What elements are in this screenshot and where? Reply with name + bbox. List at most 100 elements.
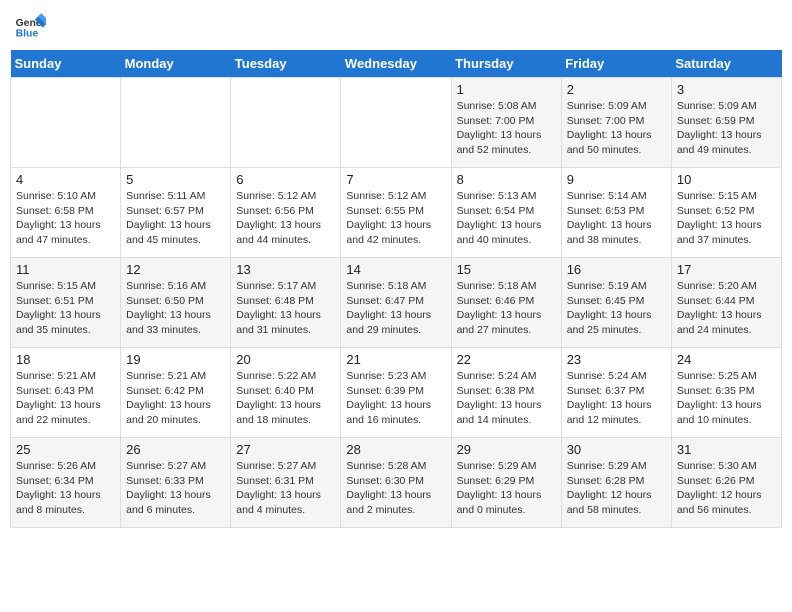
calendar-cell: 13 Sunrise: 5:17 AM Sunset: 6:48 PM Dayli… [231, 258, 341, 348]
day-info: Sunrise: 5:21 AM Sunset: 6:43 PM Dayligh… [16, 369, 115, 428]
weekday-header-friday: Friday [561, 50, 671, 78]
day-info: Sunrise: 5:28 AM Sunset: 6:30 PM Dayligh… [346, 459, 445, 518]
day-number: 24 [677, 352, 776, 367]
day-info: Sunrise: 5:27 AM Sunset: 6:33 PM Dayligh… [126, 459, 225, 518]
calendar-cell: 9 Sunrise: 5:14 AM Sunset: 6:53 PM Daylig… [561, 168, 671, 258]
calendar-cell: 17 Sunrise: 5:20 AM Sunset: 6:44 PM Dayli… [671, 258, 781, 348]
day-number: 5 [126, 172, 225, 187]
day-number: 18 [16, 352, 115, 367]
day-number: 4 [16, 172, 115, 187]
day-number: 14 [346, 262, 445, 277]
calendar-week-5: 25 Sunrise: 5:26 AM Sunset: 6:34 PM Dayli… [11, 438, 782, 528]
day-info: Sunrise: 5:17 AM Sunset: 6:48 PM Dayligh… [236, 279, 335, 338]
day-number: 30 [567, 442, 666, 457]
day-info: Sunrise: 5:26 AM Sunset: 6:34 PM Dayligh… [16, 459, 115, 518]
day-number: 2 [567, 82, 666, 97]
day-number: 12 [126, 262, 225, 277]
day-number: 25 [16, 442, 115, 457]
page-header: General Blue [10, 10, 782, 42]
calendar-cell [11, 78, 121, 168]
day-info: Sunrise: 5:27 AM Sunset: 6:31 PM Dayligh… [236, 459, 335, 518]
calendar-cell: 23 Sunrise: 5:24 AM Sunset: 6:37 PM Dayli… [561, 348, 671, 438]
calendar-cell: 25 Sunrise: 5:26 AM Sunset: 6:34 PM Dayli… [11, 438, 121, 528]
calendar-cell: 28 Sunrise: 5:28 AM Sunset: 6:30 PM Dayli… [341, 438, 451, 528]
day-info: Sunrise: 5:18 AM Sunset: 6:46 PM Dayligh… [457, 279, 556, 338]
calendar-week-1: 1 Sunrise: 5:08 AM Sunset: 7:00 PM Daylig… [11, 78, 782, 168]
calendar-cell: 16Sunrise: 5:19 AM Sunset: 6:45 PM Dayli… [561, 258, 671, 348]
calendar-cell: 29Sunrise: 5:29 AM Sunset: 6:29 PM Dayli… [451, 438, 561, 528]
calendar-cell [341, 78, 451, 168]
calendar-cell: 27 Sunrise: 5:27 AM Sunset: 6:31 PM Dayli… [231, 438, 341, 528]
day-info: Sunrise: 5:08 AM Sunset: 7:00 PM Dayligh… [457, 99, 556, 158]
svg-text:Blue: Blue [16, 28, 39, 39]
weekday-header-thursday: Thursday [451, 50, 561, 78]
calendar-cell: 31Sunrise: 5:30 AM Sunset: 6:26 PM Dayli… [671, 438, 781, 528]
day-number: 3 [677, 82, 776, 97]
day-number: 10 [677, 172, 776, 187]
weekday-header-sunday: Sunday [11, 50, 121, 78]
day-number: 11 [16, 262, 115, 277]
calendar-cell: 18 Sunrise: 5:21 AM Sunset: 6:43 PM Dayli… [11, 348, 121, 438]
day-number: 22 [457, 352, 556, 367]
calendar-cell: 6 Sunrise: 5:12 AM Sunset: 6:56 PM Daylig… [231, 168, 341, 258]
day-number: 1 [457, 82, 556, 97]
calendar-cell [121, 78, 231, 168]
day-number: 20 [236, 352, 335, 367]
weekday-header-wednesday: Wednesday [341, 50, 451, 78]
calendar-cell: 5Sunrise: 5:11 AM Sunset: 6:57 PM Daylig… [121, 168, 231, 258]
calendar-cell: 2Sunrise: 5:09 AM Sunset: 7:00 PM Daylig… [561, 78, 671, 168]
day-number: 21 [346, 352, 445, 367]
day-number: 16 [567, 262, 666, 277]
calendar-cell: 3 Sunrise: 5:09 AM Sunset: 6:59 PM Daylig… [671, 78, 781, 168]
calendar-table: SundayMondayTuesdayWednesdayThursdayFrid… [10, 50, 782, 528]
calendar-cell: 19 Sunrise: 5:21 AM Sunset: 6:42 PM Dayli… [121, 348, 231, 438]
calendar-cell: 1 Sunrise: 5:08 AM Sunset: 7:00 PM Daylig… [451, 78, 561, 168]
day-number: 6 [236, 172, 335, 187]
day-info: Sunrise: 5:20 AM Sunset: 6:44 PM Dayligh… [677, 279, 776, 338]
calendar-week-4: 18 Sunrise: 5:21 AM Sunset: 6:43 PM Dayli… [11, 348, 782, 438]
day-info: Sunrise: 5:09 AM Sunset: 6:59 PM Dayligh… [677, 99, 776, 158]
day-info: Sunrise: 5:12 AM Sunset: 6:56 PM Dayligh… [236, 189, 335, 248]
calendar-cell: 10 Sunrise: 5:15 AM Sunset: 6:52 PM Dayli… [671, 168, 781, 258]
day-number: 19 [126, 352, 225, 367]
calendar-cell: 21 Sunrise: 5:23 AM Sunset: 6:39 PM Dayli… [341, 348, 451, 438]
logo-icon: General Blue [14, 10, 46, 42]
calendar-cell: 26 Sunrise: 5:27 AM Sunset: 6:33 PM Dayli… [121, 438, 231, 528]
day-number: 8 [457, 172, 556, 187]
calendar-cell [231, 78, 341, 168]
calendar-cell: 4 Sunrise: 5:10 AM Sunset: 6:58 PM Daylig… [11, 168, 121, 258]
day-info: Sunrise: 5:25 AM Sunset: 6:35 PM Dayligh… [677, 369, 776, 428]
day-number: 23 [567, 352, 666, 367]
calendar-cell: 20 Sunrise: 5:22 AM Sunset: 6:40 PM Dayli… [231, 348, 341, 438]
day-info: Sunrise: 5:23 AM Sunset: 6:39 PM Dayligh… [346, 369, 445, 428]
day-number: 31 [677, 442, 776, 457]
day-info: Sunrise: 5:15 AM Sunset: 6:51 PM Dayligh… [16, 279, 115, 338]
calendar-cell: 22 Sunrise: 5:24 AM Sunset: 6:38 PM Dayli… [451, 348, 561, 438]
calendar-cell: 7Sunrise: 5:12 AM Sunset: 6:55 PM Daylig… [341, 168, 451, 258]
day-info: Sunrise: 5:15 AM Sunset: 6:52 PM Dayligh… [677, 189, 776, 248]
day-info: Sunrise: 5:24 AM Sunset: 6:38 PM Dayligh… [457, 369, 556, 428]
day-info: Sunrise: 5:13 AM Sunset: 6:54 PM Dayligh… [457, 189, 556, 248]
logo: General Blue [14, 10, 50, 42]
day-info: Sunrise: 5:18 AM Sunset: 6:47 PM Dayligh… [346, 279, 445, 338]
day-info: Sunrise: 5:16 AM Sunset: 6:50 PM Dayligh… [126, 279, 225, 338]
day-number: 27 [236, 442, 335, 457]
calendar-week-2: 4 Sunrise: 5:10 AM Sunset: 6:58 PM Daylig… [11, 168, 782, 258]
day-number: 13 [236, 262, 335, 277]
calendar-cell: 12 Sunrise: 5:16 AM Sunset: 6:50 PM Dayli… [121, 258, 231, 348]
calendar-cell: 8 Sunrise: 5:13 AM Sunset: 6:54 PM Daylig… [451, 168, 561, 258]
day-number: 26 [126, 442, 225, 457]
day-number: 9 [567, 172, 666, 187]
day-info: Sunrise: 5:29 AM Sunset: 6:29 PM Dayligh… [457, 459, 556, 518]
day-number: 28 [346, 442, 445, 457]
day-info: Sunrise: 5:22 AM Sunset: 6:40 PM Dayligh… [236, 369, 335, 428]
day-info: Sunrise: 5:10 AM Sunset: 6:58 PM Dayligh… [16, 189, 115, 248]
day-number: 17 [677, 262, 776, 277]
calendar-cell: 15Sunrise: 5:18 AM Sunset: 6:46 PM Dayli… [451, 258, 561, 348]
day-info: Sunrise: 5:21 AM Sunset: 6:42 PM Dayligh… [126, 369, 225, 428]
day-info: Sunrise: 5:14 AM Sunset: 6:53 PM Dayligh… [567, 189, 666, 248]
day-info: Sunrise: 5:24 AM Sunset: 6:37 PM Dayligh… [567, 369, 666, 428]
calendar-cell: 24 Sunrise: 5:25 AM Sunset: 6:35 PM Dayli… [671, 348, 781, 438]
weekday-header-monday: Monday [121, 50, 231, 78]
calendar-cell: 14 Sunrise: 5:18 AM Sunset: 6:47 PM Dayli… [341, 258, 451, 348]
